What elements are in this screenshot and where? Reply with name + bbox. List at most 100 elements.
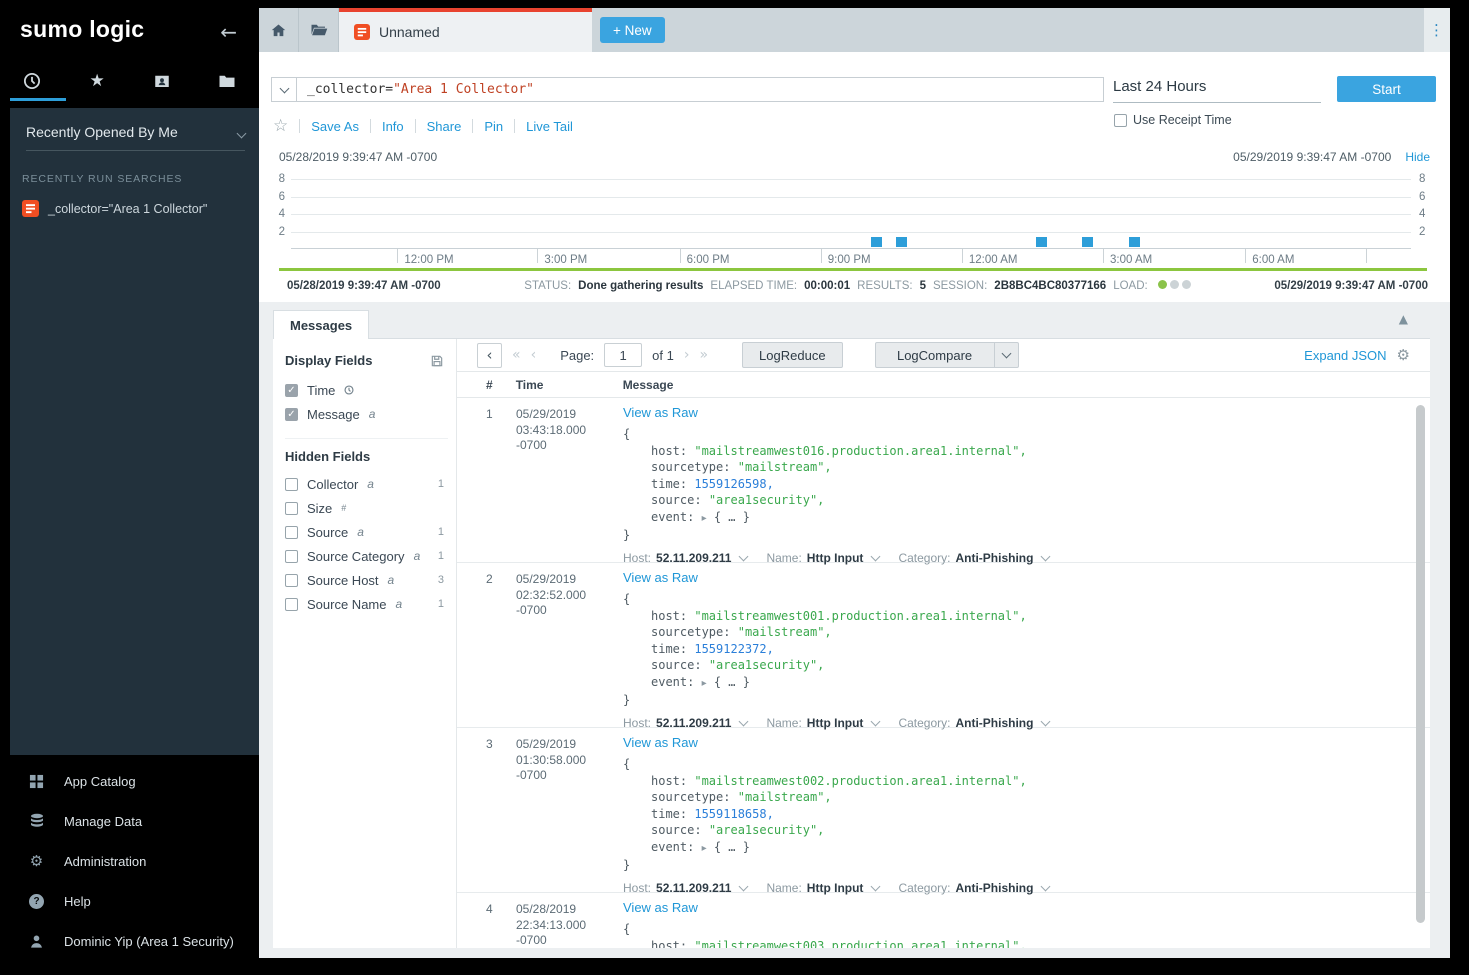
sidebar-tab-library[interactable] <box>130 64 195 98</box>
live-tail-link[interactable]: Live Tail <box>526 119 573 134</box>
histogram-bar[interactable] <box>871 237 882 247</box>
y-axis-tick: 6 <box>1419 191 1433 203</box>
next-page-icon[interactable]: › <box>684 347 690 363</box>
y-axis-tick: 2 <box>1419 226 1433 238</box>
save-fields-icon[interactable] <box>430 354 444 368</box>
display-fields-title: Display Fields <box>285 353 372 368</box>
scrollbar-thumb[interactable] <box>1416 405 1425 923</box>
load-label: LOAD: <box>1113 280 1148 292</box>
clock-icon <box>23 72 41 90</box>
message-field-checkbox[interactable]: ✓ <box>285 408 298 421</box>
view-as-raw-link[interactable]: View as Raw <box>623 570 698 585</box>
histogram-bar[interactable] <box>1129 237 1140 247</box>
tab-overflow-menu-icon[interactable]: ⋮ <box>1424 8 1450 52</box>
recents-panel: Recently Opened By Me RECENTLY RUN SEARC… <box>10 108 259 755</box>
view-as-raw-link[interactable]: View as Raw <box>623 735 698 750</box>
field-label: Message <box>307 407 360 422</box>
start-search-button[interactable]: Start <box>1337 76 1436 102</box>
recent-search-item[interactable]: _collector="Area 1 Collector" <box>22 200 259 217</box>
sidebar-item-administration[interactable]: ⚙ Administration <box>0 841 259 881</box>
number-type-icon: # <box>341 503 346 513</box>
message-histogram: 8 6 4 2 8 6 4 2 12:00 PM3:00 PM6:00 PM9:… <box>291 172 1411 249</box>
x-axis-label: 6:00 PM <box>687 254 730 266</box>
field-label: Source Host <box>307 573 379 588</box>
row-number: 2 <box>486 572 493 586</box>
save-as-link[interactable]: Save As <box>311 119 359 134</box>
sidebar-item-manage-data[interactable]: Manage Data <box>0 801 259 841</box>
share-link[interactable]: Share <box>427 119 462 134</box>
divider <box>370 119 371 133</box>
clock-type-icon <box>344 385 354 395</box>
message-json: { host: "mailstreamwest003.production.ar… <box>623 921 1396 948</box>
time-range-field[interactable]: Last 24 Hours <box>1113 78 1321 103</box>
sidebar-tab-recents[interactable] <box>0 64 65 98</box>
x-axis-label: 6:00 AM <box>1252 254 1294 266</box>
tab-messages[interactable]: Messages <box>273 310 369 339</box>
open-folder-tab-button[interactable] <box>299 8 339 52</box>
string-type-icon: a <box>357 525 364 539</box>
source-field-checkbox[interactable] <box>285 526 298 539</box>
sidebar-tab-favorites[interactable]: ★ <box>65 64 130 98</box>
sidebar-item-help[interactable]: ? Help <box>0 881 259 921</box>
first-page-icon[interactable]: « <box>512 347 521 363</box>
favorite-star-icon[interactable]: ☆ <box>273 116 288 136</box>
collector-field-checkbox[interactable] <box>285 478 298 491</box>
last-page-icon[interactable]: » <box>699 347 708 363</box>
expand-event-icon[interactable]: ▸ <box>702 513 707 524</box>
logcompare-button[interactable]: LogCompare <box>875 342 995 368</box>
pin-link[interactable]: Pin <box>484 119 503 134</box>
expand-event-icon[interactable]: ▸ <box>702 843 707 854</box>
column-number: # <box>457 378 493 392</box>
field-row-source: Source a 1 <box>285 520 448 544</box>
personal-folder-icon <box>153 72 171 90</box>
page-number-input[interactable] <box>604 343 642 367</box>
chevron-down-icon <box>238 124 245 140</box>
home-tab-button[interactable] <box>259 8 299 52</box>
source-category-field-checkbox[interactable] <box>285 550 298 563</box>
hide-histogram-link[interactable]: Hide <box>1405 150 1430 164</box>
search-query-input[interactable]: _collector="Area 1 Collector" <box>297 77 1104 102</box>
collapse-panel-icon[interactable]: ▲ <box>1399 312 1408 326</box>
y-axis-tick: 8 <box>1419 173 1433 185</box>
hidden-fields-title: Hidden Fields <box>285 438 448 464</box>
recently-opened-dropdown[interactable]: Recently Opened By Me <box>26 124 245 151</box>
source-name-field-checkbox[interactable] <box>285 598 298 611</box>
sidebar-footer-menu: App Catalog Manage Data ⚙ Administration… <box>0 761 259 961</box>
back-button[interactable]: ‹ <box>477 343 502 368</box>
sidebar-item-app-catalog[interactable]: App Catalog <box>0 761 259 801</box>
row-timestamp: 05/28/201922:34:13.000 -0700 <box>516 902 616 948</box>
sidebar-tab-folders[interactable] <box>194 64 259 98</box>
expand-json-link[interactable]: Expand JSON <box>1304 348 1386 363</box>
size-field-checkbox[interactable] <box>285 502 298 515</box>
logcompare-dropdown[interactable] <box>995 342 1019 368</box>
divider <box>299 119 300 133</box>
source-host-field-checkbox[interactable] <box>285 574 298 587</box>
field-label: Time <box>307 383 335 398</box>
field-label: Collector <box>307 477 358 492</box>
message-json: { host: "mailstreamwest002.production.ar… <box>623 756 1396 874</box>
prev-page-icon[interactable]: ‹ <box>531 347 537 363</box>
view-as-raw-link[interactable]: View as Raw <box>623 405 698 420</box>
field-row-size: Size # <box>285 496 448 520</box>
home-icon <box>270 22 287 39</box>
settings-gear-icon[interactable]: ⚙ <box>1397 346 1410 364</box>
collapse-sidebar-icon[interactable]: ← <box>220 20 237 44</box>
view-as-raw-link[interactable]: View as Raw <box>623 900 698 915</box>
messages-toolbar: ‹ « ‹ Page: of 1 › » LogReduce LogCompar… <box>457 339 1430 371</box>
query-history-dropdown[interactable] <box>271 77 297 102</box>
status-end-timestamp: 05/29/2019 9:39:47 AM -0700 <box>1274 280 1428 292</box>
info-link[interactable]: Info <box>382 119 404 134</box>
sidebar-item-user-account[interactable]: Dominic Yip (Area 1 Security) <box>0 921 259 961</box>
histogram-bar[interactable] <box>896 237 907 247</box>
histogram-bar[interactable] <box>1036 237 1047 247</box>
new-tab-button[interactable]: + New <box>600 17 665 43</box>
logreduce-button[interactable]: LogReduce <box>742 342 843 368</box>
fields-panel: Display Fields ✓ Time ✓ Message a <box>273 339 457 948</box>
tab-unnamed[interactable]: Unnamed <box>339 8 592 52</box>
time-field-checkbox[interactable]: ✓ <box>285 384 298 397</box>
use-receipt-time-checkbox[interactable] <box>1114 114 1127 127</box>
histogram-bar[interactable] <box>1082 237 1093 247</box>
row-timestamp: 05/29/201902:32:52.000 -0700 <box>516 572 616 619</box>
range-start-timestamp: 05/28/2019 9:39:47 AM -0700 <box>279 150 437 164</box>
expand-event-icon[interactable]: ▸ <box>702 678 707 689</box>
